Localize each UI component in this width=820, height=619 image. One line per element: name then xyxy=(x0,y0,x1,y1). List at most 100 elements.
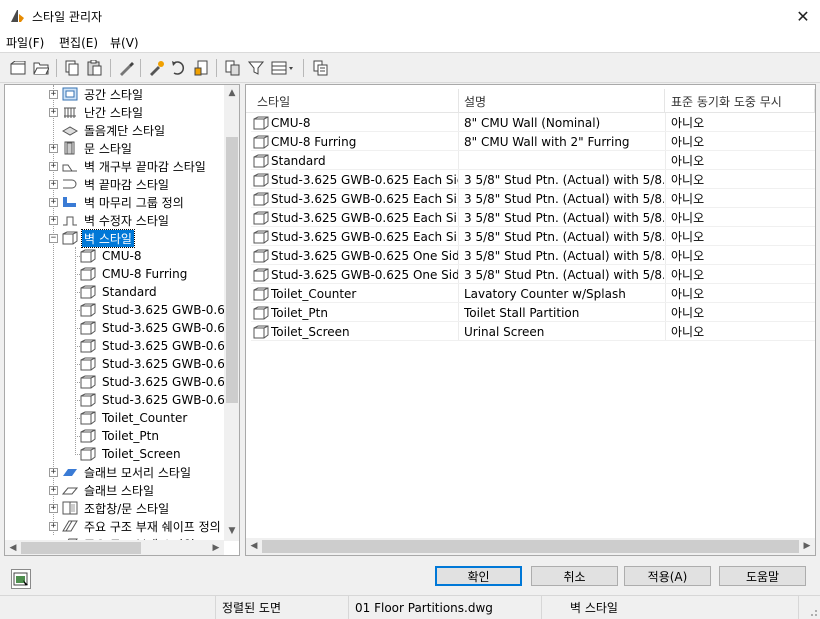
expand-icon[interactable]: + xyxy=(49,161,58,171)
expand-icon[interactable]: + xyxy=(49,107,58,117)
tree-child-item[interactable]: CMU-8 Furring xyxy=(75,265,189,283)
help-button[interactable]: 도움말 xyxy=(719,566,806,586)
list-hscroll-thumb[interactable] xyxy=(262,540,799,553)
tree-child-item[interactable]: Toilet_Screen xyxy=(75,445,183,463)
tree-child-item[interactable]: Stud-3.625 GWB-0.625 Each Side (Sound) xyxy=(75,337,239,355)
update-standards-icon[interactable] xyxy=(224,59,242,77)
table-row[interactable]: Toilet_Counter Lavatory Counter w/Splash 아… xyxy=(251,284,815,303)
tree-category-item[interactable]: + 조합창/문 스타일 xyxy=(49,499,171,517)
tree-child-item[interactable]: Standard xyxy=(75,283,159,301)
table-row[interactable]: Stud-3.625 GWB-0.625 Each Si... 3 5/8" St… xyxy=(251,189,815,208)
resize-grip-icon[interactable] xyxy=(806,605,818,617)
table-row[interactable]: CMU-8 8" CMU Wall (Nominal) 아니오 xyxy=(251,113,815,132)
tree-connector xyxy=(75,382,80,383)
close-button[interactable]: ✕ xyxy=(786,0,820,32)
style-display-icon[interactable] xyxy=(11,569,31,589)
cell-style-name: Stud-3.625 GWB-0.625 Each Si... xyxy=(253,208,458,227)
purge-icon[interactable] xyxy=(170,59,188,77)
menu-edit[interactable]: 편집(E) xyxy=(59,34,98,51)
expand-icon[interactable]: + xyxy=(49,467,58,477)
table-row[interactable]: Stud-3.625 GWB-0.625 Each Side 3 5/8" Stu… xyxy=(251,170,815,189)
expand-icon[interactable]: + xyxy=(49,179,58,189)
menu-file[interactable]: 파일(F) xyxy=(6,34,44,51)
open-drawing-icon[interactable] xyxy=(32,59,50,77)
tree-connector xyxy=(75,274,80,275)
tree-vertical-scrollbar[interactable]: ▲ ▼ xyxy=(224,85,239,541)
window-title: 스타일 관리자 xyxy=(32,10,103,24)
scroll-up-icon[interactable]: ▲ xyxy=(224,85,239,101)
expand-icon[interactable]: + xyxy=(49,521,58,531)
tree-category-item[interactable]: + 슬래브 모서리 스타일 xyxy=(49,463,193,481)
table-row[interactable]: Stud-3.625 GWB-0.625 Each Si... 3 5/8" St… xyxy=(251,227,815,246)
scroll-left-icon[interactable]: ◀ xyxy=(5,540,21,555)
tree-category-item[interactable]: + 슬래브 스타일 xyxy=(49,481,156,499)
expand-icon[interactable]: + xyxy=(49,143,58,153)
table-row[interactable]: CMU-8 Furring 8" CMU Wall with 2" Furring… xyxy=(251,132,815,151)
tree-category-item[interactable]: + 벽 끝마감 스타일 xyxy=(49,175,171,193)
scroll-right-icon[interactable]: ▶ xyxy=(799,538,815,554)
tree-category-item[interactable]: + 난간 스타일 xyxy=(49,103,145,121)
style-list[interactable]: 스타일 설명 표준 동기화 도중 무시 CMU-8 8" CMU Wall (No… xyxy=(245,84,816,556)
table-row[interactable]: Stud-3.625 GWB-0.625 One Side 3 5/8" Stud… xyxy=(251,246,815,265)
cell-ignore-sync: 아니오 xyxy=(671,192,705,206)
edit-style-icon[interactable] xyxy=(117,59,135,77)
tree-category-item[interactable]: 돌음계단 스타일 xyxy=(49,121,167,139)
tree-category-item[interactable]: + 문 스타일 xyxy=(49,139,134,157)
table-row[interactable]: Stud-3.625 GWB-0.625 One Sid... 3 5/8" St… xyxy=(251,265,815,284)
tree-connector xyxy=(75,247,76,455)
collapse-icon[interactable]: − xyxy=(49,233,58,243)
tree-connector xyxy=(75,454,80,455)
copy-icon[interactable] xyxy=(63,59,81,77)
list-horizontal-scrollbar[interactable]: ◀ ▶ xyxy=(246,538,815,555)
tree-child-item[interactable]: Stud-3.625 GWB-0.625 One Side (Sound) xyxy=(75,391,239,409)
tree-child-item[interactable]: Toilet_Ptn xyxy=(75,427,161,445)
table-row[interactable]: Toilet_Screen Urinal Screen 아니오 xyxy=(251,322,815,341)
cancel-button[interactable]: 취소 xyxy=(531,566,618,586)
set-from-icon[interactable] xyxy=(147,59,165,77)
cell-style-name: Toilet_Ptn xyxy=(253,303,458,322)
expand-icon[interactable]: + xyxy=(49,485,58,495)
filter-icon[interactable] xyxy=(247,59,265,77)
table-row[interactable]: Toilet_Ptn Toilet Stall Partition 아니오 xyxy=(251,303,815,322)
column-header-description[interactable]: 설명 xyxy=(458,89,665,113)
cell-ignore-sync: 아니오 xyxy=(671,135,705,149)
tree-child-item[interactable]: Toilet_Counter xyxy=(75,409,189,427)
table-row[interactable]: Standard 아니오 xyxy=(251,151,815,170)
tree-category-item[interactable]: + 벽 마무리 그룹 정의 xyxy=(49,193,186,211)
toggle-view-icon[interactable] xyxy=(271,59,295,77)
apply-button[interactable]: 적용(A) xyxy=(624,566,711,586)
style-tree[interactable]: + 공간 스타일 + 난간 스타일 돌음계단 스타일 + 문 스타일 + 벽 개구부 끝마감 스… xyxy=(4,84,240,556)
tree-child-item[interactable]: Stud-3.625 GWB-0.625 Each Side (Fire Rat… xyxy=(75,319,239,337)
expand-icon[interactable]: + xyxy=(49,503,58,513)
endcap-style-icon xyxy=(62,176,78,192)
scroll-down-icon[interactable]: ▼ xyxy=(224,523,239,539)
expand-icon[interactable]: + xyxy=(49,197,58,207)
tree-child-item[interactable]: Stud-3.625 GWB-0.625 Each Side (Both) xyxy=(75,355,239,373)
column-header-style[interactable]: 스타일 xyxy=(251,89,459,113)
expand-icon[interactable]: + xyxy=(49,89,58,99)
paste-icon[interactable] xyxy=(86,59,104,77)
tree-child-item[interactable]: Stud-3.625 GWB-0.625 One Side xyxy=(75,373,239,391)
tree-horizontal-scrollbar[interactable]: ◀ ▶ xyxy=(5,540,224,555)
tree-category-item[interactable]: − 벽 스타일 xyxy=(49,228,135,248)
wall-style-icon xyxy=(80,356,96,372)
tree-category-item[interactable]: + 벽 개구부 끝마감 스타일 xyxy=(49,157,208,175)
tree-connector xyxy=(75,328,80,329)
ok-button[interactable]: 확인 xyxy=(435,566,522,586)
tree-child-item[interactable]: Stud-3.625 GWB-0.625 Each Side xyxy=(75,301,239,319)
scroll-left-icon[interactable]: ◀ xyxy=(246,538,262,554)
tree-hscroll-thumb[interactable] xyxy=(21,542,141,554)
table-row[interactable]: Stud-3.625 GWB-0.625 Each Si... 3 5/8" St… xyxy=(251,208,815,227)
tree-category-item[interactable]: + 공간 스타일 xyxy=(49,85,145,103)
new-drawing-icon[interactable] xyxy=(9,59,27,77)
scroll-right-icon[interactable]: ▶ xyxy=(208,540,224,555)
tree-category-item[interactable]: + 주요 구조 부재 쉐이프 정의 xyxy=(49,517,223,535)
menu-view[interactable]: 뷰(V) xyxy=(110,34,139,51)
sync-icon[interactable] xyxy=(193,59,211,77)
tree-category-item[interactable]: + 벽 수정자 스타일 xyxy=(49,211,171,229)
tree-child-item[interactable]: CMU-8 xyxy=(75,247,143,265)
expand-icon[interactable]: + xyxy=(49,215,58,225)
inline-edit-icon[interactable] xyxy=(311,59,329,77)
column-header-ignore-sync[interactable]: 표준 동기화 도중 무시 xyxy=(665,89,815,113)
tree-scroll-thumb[interactable] xyxy=(226,137,238,403)
